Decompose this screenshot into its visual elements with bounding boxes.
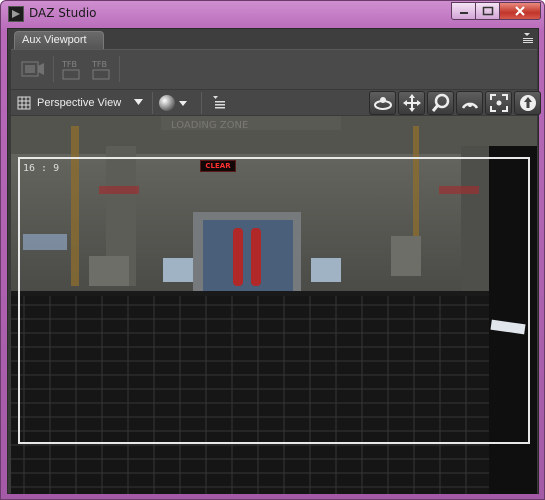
tab-strip: Aux Viewport bbox=[8, 29, 538, 49]
aspect-frame-guide bbox=[18, 157, 530, 444]
viewport-canvas[interactable]: LOADING ZONE CLEAR 16: 9 bbox=[11, 116, 537, 494]
bank-button[interactable] bbox=[456, 91, 483, 115]
frame-icon bbox=[489, 94, 508, 112]
viewport-options-icon[interactable] bbox=[211, 94, 227, 110]
pane-menu-icon[interactable] bbox=[521, 31, 535, 45]
svg-text:TFB: TFB bbox=[91, 60, 107, 69]
scene-banner-text: LOADING ZONE bbox=[171, 120, 248, 131]
zoom-button[interactable] bbox=[427, 91, 454, 115]
chevron-down-icon bbox=[134, 99, 143, 105]
aim-button[interactable] bbox=[514, 91, 541, 115]
aim-icon bbox=[519, 95, 536, 111]
pan-icon bbox=[402, 94, 421, 112]
toolbar-separator bbox=[152, 92, 153, 114]
perspective-grid-icon bbox=[17, 96, 31, 110]
minimize-button[interactable] bbox=[451, 2, 476, 20]
sphere-shading-icon bbox=[159, 95, 175, 111]
view-selector-dropdown[interactable]: Perspective View bbox=[13, 92, 148, 114]
daz-app-icon bbox=[8, 6, 24, 22]
toolbar-separator bbox=[119, 56, 120, 82]
orbit-button[interactable] bbox=[369, 91, 396, 115]
maximize-button[interactable] bbox=[475, 2, 500, 20]
pan-button[interactable] bbox=[398, 91, 425, 115]
orbit-icon bbox=[373, 97, 392, 110]
svg-text:TFB: TFB bbox=[61, 60, 77, 69]
app-window: DAZ Studio Aux Viewport TFB TFB Perspect… bbox=[0, 0, 545, 500]
camera-frame-icon[interactable] bbox=[19, 55, 47, 83]
toolbar-separator bbox=[53, 56, 54, 82]
tab-aux-viewport[interactable]: Aux Viewport bbox=[14, 31, 104, 49]
view-selector-label: Perspective View bbox=[37, 97, 122, 109]
frame-button[interactable] bbox=[485, 91, 512, 115]
pane-client: Aux Viewport TFB TFB Perspective View LO… bbox=[7, 28, 541, 494]
draw-style-dropdown[interactable] bbox=[157, 92, 191, 114]
title-bar[interactable]: DAZ Studio bbox=[1, 1, 544, 27]
zoom-icon bbox=[431, 93, 449, 112]
toolbar-separator bbox=[201, 92, 202, 114]
viewport-toolbar-top: TFB TFB bbox=[11, 49, 537, 89]
viewport-toolbar-view: Perspective View bbox=[11, 89, 541, 115]
close-button[interactable] bbox=[499, 2, 541, 20]
chevron-down-icon bbox=[179, 101, 187, 106]
tfb-icon-1[interactable]: TFB bbox=[59, 55, 87, 83]
aspect-ratio-label: 16 : 9 bbox=[23, 163, 60, 174]
window-title: DAZ Studio bbox=[29, 6, 97, 20]
tfb-icon-2[interactable]: TFB bbox=[89, 55, 117, 83]
bank-icon bbox=[461, 102, 478, 109]
